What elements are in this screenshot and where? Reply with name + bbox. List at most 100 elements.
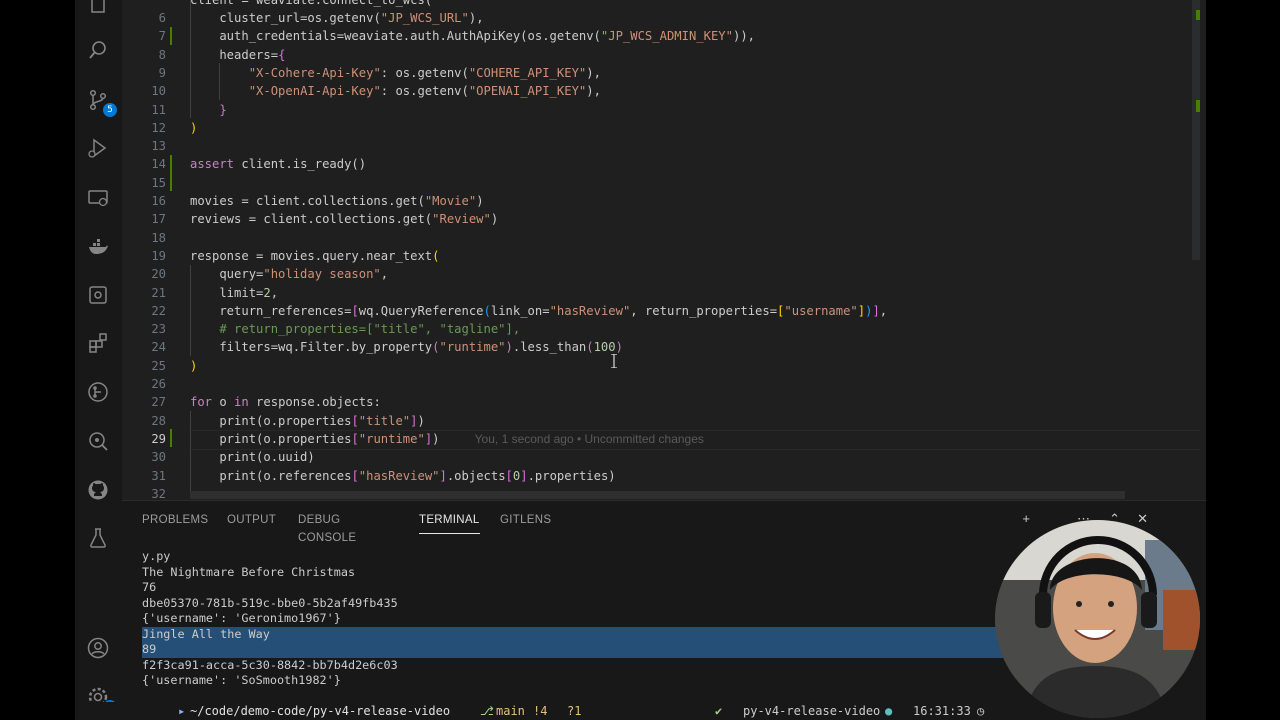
terminal-line: f2f3ca91-acca-5c30-8842-bb7b4d2e6c03 [142,657,398,672]
prompt-env: py-v4-release-video [743,704,881,718]
tab-terminal[interactable]: TERMINAL [419,511,480,534]
code-line[interactable]: filters=wq.Filter.by_property("runtime")… [190,338,623,356]
terminal-line: 89 [142,642,1022,658]
line-number: 24 [151,340,166,355]
new-terminal-icon[interactable]: + [1022,511,1030,526]
line-number: 18 [151,230,166,245]
prompt-time: 16:31:33 [913,704,971,718]
code-line[interactable]: ) [190,119,197,137]
code-line[interactable]: print(o.uuid) [190,448,314,466]
line-number: 26 [151,377,166,391]
presenter-video-image [995,520,1200,718]
code-line[interactable]: print(o.properties["runtime"]) You, 1 se… [190,430,704,448]
extensions-icon[interactable] [83,328,113,358]
line-number: 17 [151,212,166,227]
activity-bar: 5 1 [75,0,122,720]
code-lines[interactable]: cluster_url=os.getenv("JP_WCS_URL"), aut… [190,0,1190,500]
line-number-gutter: 6 7 8 9 10 11 12 13 14 15 16 17 18 19 20 21 22 23 24 25 26 27… [122,0,192,501]
run-debug-icon[interactable] [83,133,113,163]
line-number: 25 [151,358,166,373]
line-number: 19 [151,248,166,263]
scroll-change-marker [1196,100,1200,112]
tab-debug-console[interactable]: DEBUG CONSOLE [298,511,356,544]
line-number: 14 [151,157,166,172]
letterbox-right [1206,0,1280,720]
check-icon: ✔ [715,704,723,718]
letterbox-left [0,0,75,720]
line-number: 29 [151,431,166,446]
code-line[interactable]: return_references=[wq.QueryReference(lin… [190,302,887,320]
code-line[interactable]: query="holiday season", [190,265,388,283]
line-number: 27 [151,395,166,410]
terminal-line: 76 [142,580,157,594]
line-number: 10 [151,84,166,99]
line-number: 22 [151,303,166,318]
explorer-icon[interactable] [83,0,113,20]
python-env-icon: ● [885,704,893,718]
code-line[interactable]: "X-OpenAI-Api-Key": os.getenv("OPENAI_AP… [190,82,601,100]
line-number: 20 [151,267,166,282]
code-line[interactable]: headers={ [190,46,285,64]
line-number: 11 [151,102,166,117]
code-line[interactable]: limit=2, [190,284,278,302]
line-number: 15 [151,175,166,190]
horizontal-scrollbar[interactable] [190,491,1125,499]
code-line[interactable]: for o in response.objects: [190,393,381,411]
prompt-changes: !4 [533,704,548,718]
terminal-prompt-bar: ▸ ~/code/demo-code/py-v4-release-video ⎇… [75,702,1206,720]
terminal-line: dbe05370-781b-519c-bbe0-5b2af49fb435 [142,595,398,610]
github-icon[interactable] [83,475,113,505]
line-number: 8 [158,47,166,62]
clock-icon: ◷ [977,704,985,718]
code-line[interactable]: assert client.is_ready() [190,155,366,173]
tab-gitlens[interactable]: GITLENS [500,511,551,533]
gitlens-icon[interactable] [83,377,113,407]
code-line[interactable]: cluster_url=os.getenv("JP_WCS_URL"), [190,9,483,27]
line-number: 13 [151,139,166,154]
prompt-branch: main [496,704,525,718]
code-line[interactable]: } [190,101,226,119]
remote-explorer-icon[interactable] [83,183,113,213]
vscode-window: 5 1 [75,0,1206,720]
close-panel-icon[interactable]: ✕ [1137,511,1148,527]
account-icon[interactable] [83,633,113,663]
git-graph-icon[interactable] [83,426,113,456]
line-number: 31 [151,468,166,483]
terminal-line: The Nightmare Before Christmas [142,564,356,579]
code-line[interactable]: "X-Cohere-Api-Key": os.getenv("COHERE_AP… [190,64,601,82]
code-line[interactable]: # return_properties=["title", "tagline"]… [190,320,520,338]
line-number: 16 [151,194,166,208]
terminal-line: {'username': 'Geronimo1967'} [142,611,341,625]
terminal-line: y.py [142,549,171,563]
code-line[interactable]: auth_credentials=weaviate.auth.AuthApiKe… [190,27,755,45]
code-line[interactable]: print(o.properties["title"]) [190,412,425,430]
line-number: 23 [151,322,166,337]
docker-icon[interactable] [83,232,113,262]
branch-icon: ⎇ [480,704,494,718]
prompt-untracked: ?1 [567,704,582,718]
search-icon[interactable] [83,35,113,65]
code-line[interactable]: response = movies.query.near_text( [190,247,439,265]
line-number: 12 [151,120,166,135]
code-line[interactable]: movies = client.collections.get("Movie") [190,192,484,210]
prompt-path: ~/code/demo-code/py-v4-release-video [190,704,451,718]
tab-problems[interactable]: PROBLEMS [142,511,208,533]
line-number: 21 [151,285,166,300]
folder-icon: ▸ [178,704,186,718]
testing-icon[interactable] [83,523,113,553]
terminal-line: {'username': 'SoSmooth1982'} [142,673,341,687]
line-number: 6 [158,11,166,25]
extensions-remote-icon[interactable] [83,280,113,310]
tab-output[interactable]: OUTPUT [227,511,276,533]
terminal-line: Jingle All the Way [142,626,1022,642]
source-control-badge: 5 [103,103,117,117]
code-line[interactable]: reviews = client.collections.get("Review… [190,210,498,228]
code-editor[interactable]: client = weaviate.connect_to_wcs( 6 7 8 9 10… [122,0,1206,501]
line-number: 9 [158,65,166,80]
line-number: 28 [151,413,166,428]
vertical-scrollbar[interactable] [1192,0,1200,260]
code-line[interactable]: ) [190,357,197,375]
line-number: 7 [158,29,166,44]
code-line[interactable]: print(o.references["hasReview"].objects[… [190,467,615,485]
source-control-icon[interactable]: 5 [83,85,117,117]
